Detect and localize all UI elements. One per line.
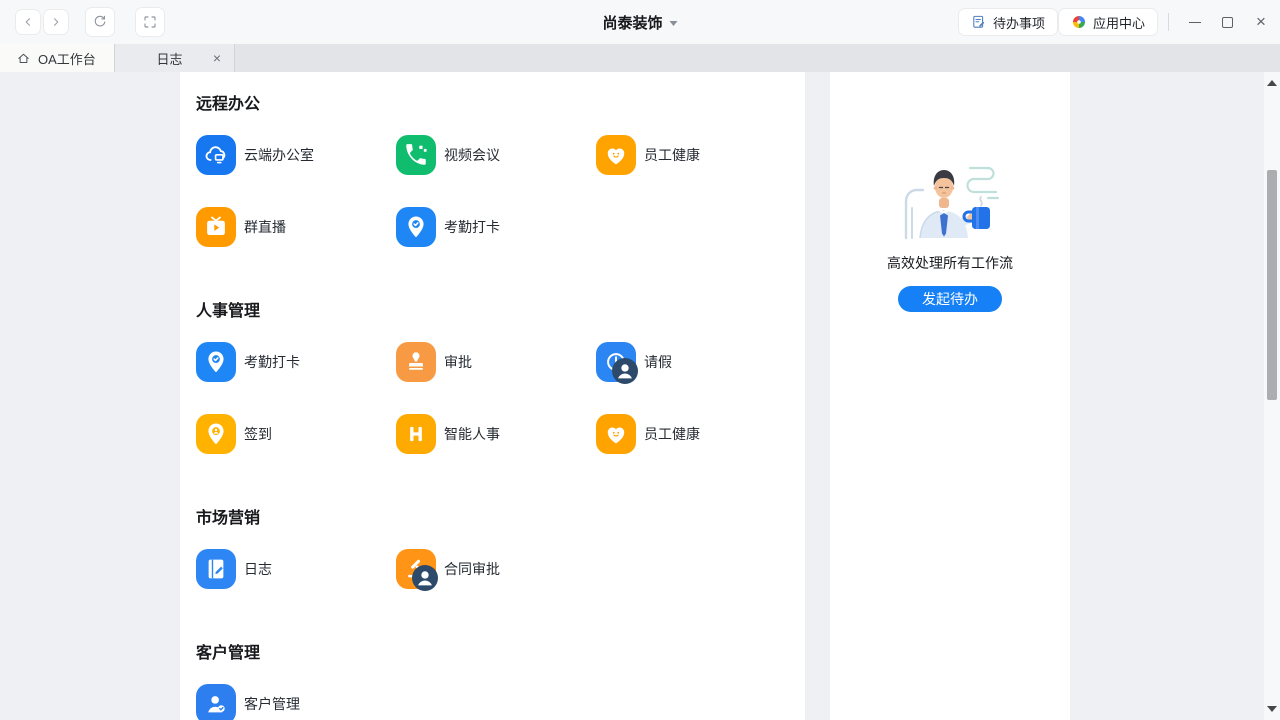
app-center-label: 应用中心 bbox=[1093, 13, 1145, 32]
tab-close-icon[interactable]: × bbox=[209, 50, 225, 66]
app-section: 远程办公 云端办公室 视频会议 员工健康 群直播 考勤打卡 bbox=[196, 90, 805, 247]
app-item[interactable]: 客户管理 bbox=[196, 684, 396, 720]
app-center-pinwheel-icon bbox=[1071, 14, 1087, 30]
forward-button[interactable] bbox=[44, 10, 68, 34]
close-icon: × bbox=[1256, 12, 1266, 32]
app-sections: 远程办公 云端办公室 视频会议 员工健康 群直播 考勤打卡 人事管理 考勤打卡 … bbox=[196, 90, 805, 720]
smart-hr-icon bbox=[396, 414, 436, 454]
app-item[interactable]: 员工健康 bbox=[596, 135, 796, 175]
close-window-button[interactable]: × bbox=[1250, 12, 1272, 32]
app-label: 客户管理 bbox=[244, 694, 300, 714]
app-label: 考勤打卡 bbox=[244, 352, 300, 372]
chevron-down-icon bbox=[670, 21, 678, 26]
employee-health-icon bbox=[596, 414, 636, 454]
app-item[interactable]: 审批 bbox=[396, 342, 596, 382]
contract-approval-icon bbox=[396, 549, 436, 589]
app-section: 人事管理 考勤打卡 审批 请假 签到 智能人事 员工健康 bbox=[196, 297, 805, 454]
app-label: 合同审批 bbox=[444, 559, 500, 579]
leave-icon bbox=[596, 342, 636, 382]
cloud-office-icon bbox=[196, 135, 236, 175]
minimize-icon bbox=[1189, 22, 1201, 23]
app-label: 日志 bbox=[244, 559, 272, 579]
app-section: 市场营销 日志 合同审批 bbox=[196, 504, 805, 589]
chevron-right-icon bbox=[49, 15, 63, 29]
tab-journal[interactable]: 日志 × bbox=[115, 44, 235, 72]
refresh-icon bbox=[92, 14, 108, 30]
maximize-button[interactable] bbox=[1216, 12, 1238, 32]
todo-list-icon bbox=[971, 14, 987, 30]
app-label: 员工健康 bbox=[644, 145, 700, 165]
attendance-icon bbox=[396, 207, 436, 247]
approval-icon bbox=[396, 342, 436, 382]
app-launcher-panel: 远程办公 云端办公室 视频会议 员工健康 群直播 考勤打卡 人事管理 考勤打卡 … bbox=[180, 72, 805, 720]
app-item[interactable]: 员工健康 bbox=[596, 414, 796, 454]
journal-icon bbox=[196, 549, 236, 589]
org-title-dropdown[interactable]: 尚泰装饰 bbox=[602, 0, 677, 44]
workflow-illustration bbox=[884, 146, 1016, 240]
app-item[interactable]: 考勤打卡 bbox=[196, 342, 396, 382]
todo-items-button[interactable]: 待办事项 bbox=[959, 9, 1057, 35]
app-label: 审批 bbox=[444, 352, 472, 372]
section-title: 市场营销 bbox=[196, 504, 805, 528]
employee-health-icon bbox=[596, 135, 636, 175]
workspace-content: 远程办公 云端办公室 视频会议 员工健康 群直播 考勤打卡 人事管理 考勤打卡 … bbox=[0, 72, 1280, 720]
customer-mgmt-icon bbox=[196, 684, 236, 720]
checkin-icon bbox=[196, 414, 236, 454]
todo-caption: 高效处理所有工作流 bbox=[830, 253, 1070, 273]
mini-person-badge bbox=[412, 565, 438, 591]
app-center-button[interactable]: 应用中心 bbox=[1059, 9, 1157, 35]
tab-oa-workbench[interactable]: OA工作台 bbox=[0, 44, 115, 72]
scroll-down-arrow[interactable] bbox=[1267, 706, 1277, 712]
tab-label: 日志 bbox=[156, 49, 182, 68]
attendance-icon bbox=[196, 342, 236, 382]
app-item[interactable]: 日志 bbox=[196, 549, 396, 589]
chevron-left-icon bbox=[21, 15, 35, 29]
app-label: 智能人事 bbox=[444, 424, 500, 444]
launch-todo-button[interactable]: 发起待办 bbox=[898, 286, 1002, 312]
apps-grid: 云端办公室 视频会议 员工健康 群直播 考勤打卡 bbox=[196, 135, 805, 247]
app-item[interactable]: 视频会议 bbox=[396, 135, 596, 175]
titlebar-separator bbox=[1168, 13, 1169, 31]
app-item[interactable]: 考勤打卡 bbox=[396, 207, 596, 247]
app-item[interactable]: 群直播 bbox=[196, 207, 396, 247]
app-label: 群直播 bbox=[244, 217, 286, 237]
maximize-icon bbox=[1222, 17, 1233, 28]
app-label: 签到 bbox=[244, 424, 272, 444]
refresh-button[interactable] bbox=[86, 8, 114, 36]
app-item[interactable]: 智能人事 bbox=[396, 414, 596, 454]
todo-panel: 高效处理所有工作流 发起待办 bbox=[830, 72, 1070, 720]
tab-bar: OA工作台 日志 × bbox=[0, 44, 1280, 72]
group-live-icon bbox=[196, 207, 236, 247]
app-label: 请假 bbox=[644, 352, 672, 372]
section-title: 客户管理 bbox=[196, 639, 805, 663]
apps-grid: 客户管理 bbox=[196, 684, 805, 720]
scrollbar-thumb[interactable] bbox=[1267, 170, 1277, 400]
app-label: 云端办公室 bbox=[244, 145, 314, 165]
home-icon bbox=[16, 51, 31, 66]
title-bar: 尚泰装饰 待办事项 应用中心 × bbox=[0, 0, 1280, 44]
todo-items-label: 待办事项 bbox=[993, 13, 1045, 32]
app-label: 员工健康 bbox=[644, 424, 700, 444]
app-item[interactable]: 云端办公室 bbox=[196, 135, 396, 175]
app-item[interactable]: 请假 bbox=[596, 342, 796, 382]
app-label: 考勤打卡 bbox=[444, 217, 500, 237]
app-section: 客户管理 客户管理 bbox=[196, 639, 805, 720]
tab-label: OA工作台 bbox=[38, 49, 96, 68]
video-meeting-icon bbox=[396, 135, 436, 175]
fullscreen-icon bbox=[142, 14, 158, 30]
fullscreen-button[interactable] bbox=[136, 8, 164, 36]
section-title: 人事管理 bbox=[196, 297, 805, 321]
mini-person-badge bbox=[612, 358, 638, 384]
back-button[interactable] bbox=[16, 10, 40, 34]
app-item[interactable]: 合同审批 bbox=[396, 549, 596, 589]
org-title: 尚泰装饰 bbox=[602, 12, 662, 33]
minimize-button[interactable] bbox=[1184, 12, 1206, 32]
app-item[interactable]: 签到 bbox=[196, 414, 396, 454]
apps-grid: 日志 合同审批 bbox=[196, 549, 805, 589]
app-label: 视频会议 bbox=[444, 145, 500, 165]
scroll-up-arrow[interactable] bbox=[1267, 80, 1277, 86]
section-title: 远程办公 bbox=[196, 90, 805, 114]
apps-grid: 考勤打卡 审批 请假 签到 智能人事 员工健康 bbox=[196, 342, 805, 454]
scrollbar bbox=[1264, 72, 1280, 720]
